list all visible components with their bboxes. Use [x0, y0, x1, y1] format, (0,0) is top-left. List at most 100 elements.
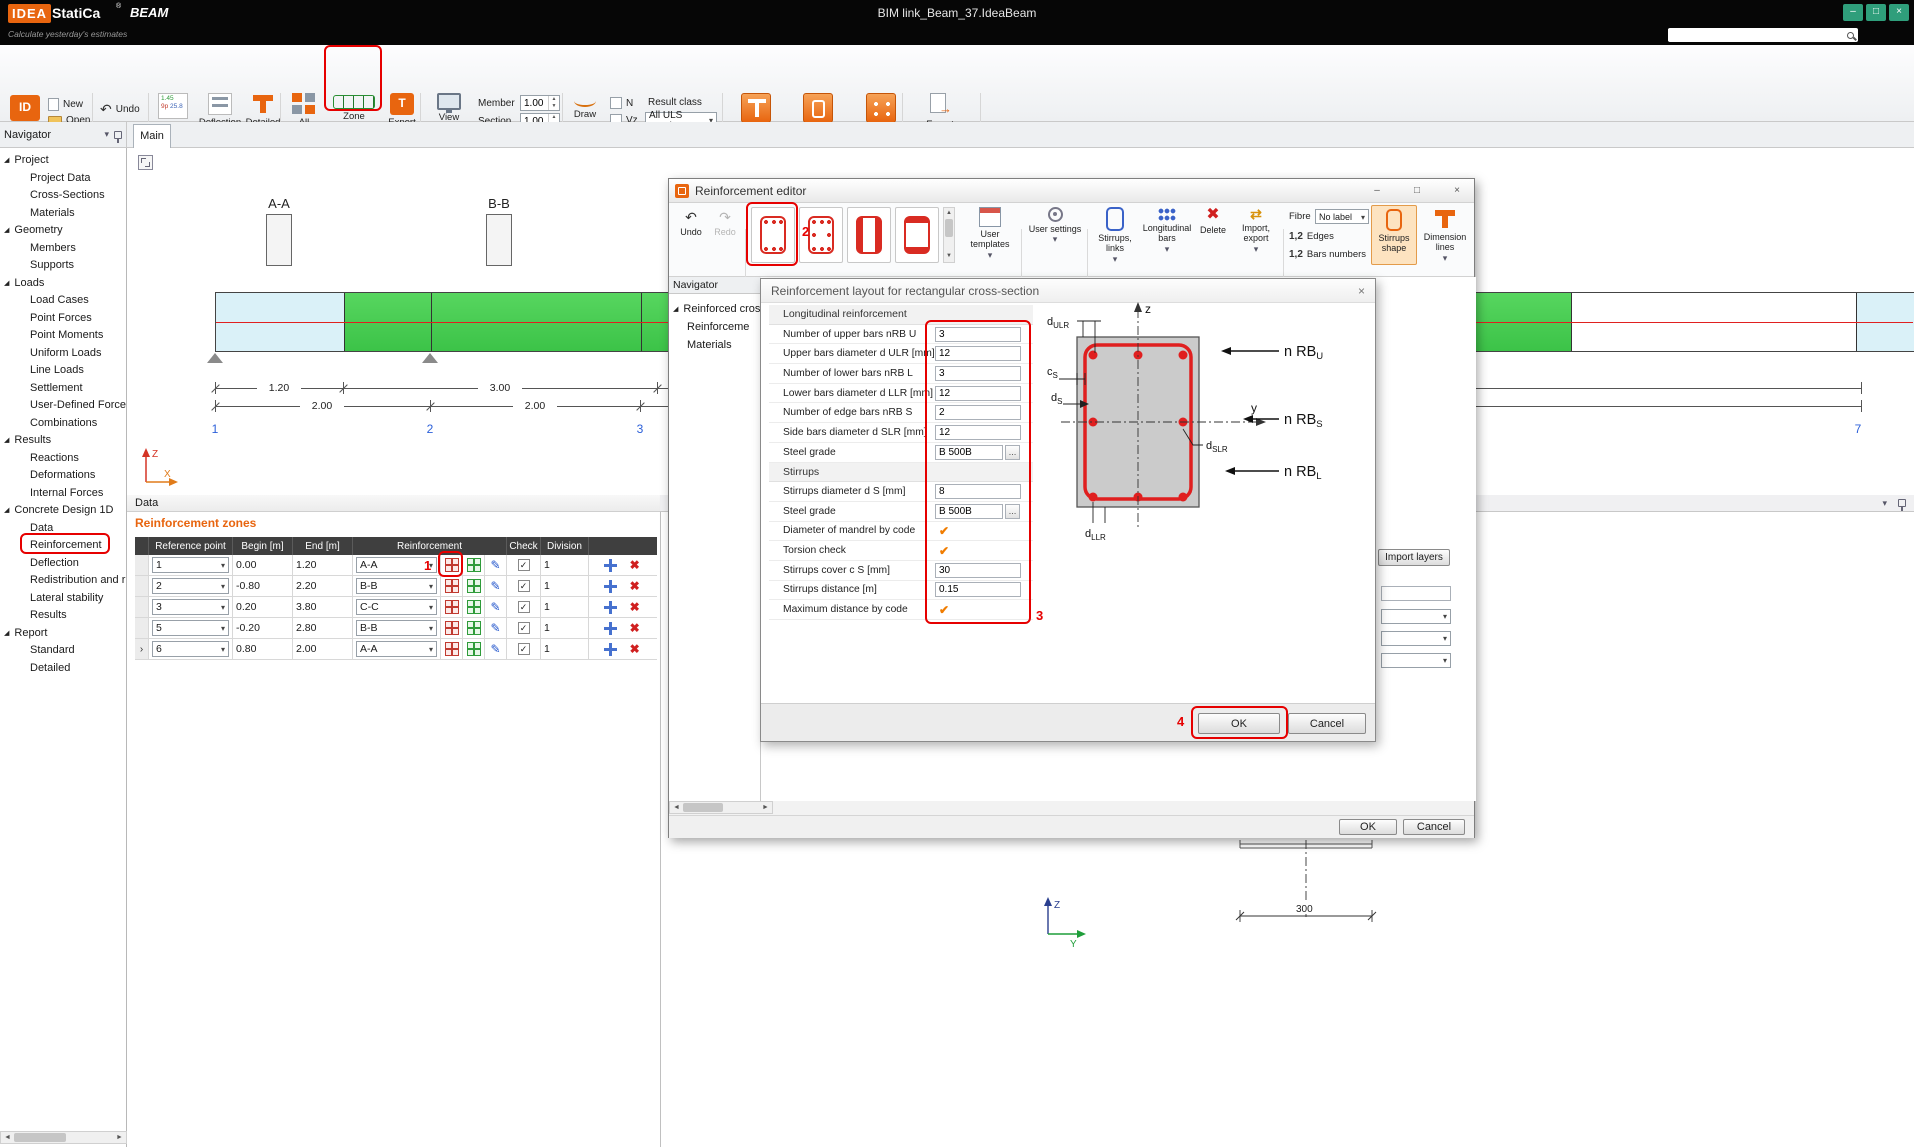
nav-item-point-forces[interactable]: Point Forces: [30, 310, 126, 325]
end-cell[interactable]: 2.00: [293, 639, 353, 659]
scrollbar-thumb[interactable]: [14, 1133, 66, 1142]
row-indicator[interactable]: [135, 597, 149, 617]
chevron-down-icon[interactable]: ▾: [104, 129, 109, 140]
delete-row-icon[interactable]: ✖: [630, 600, 640, 614]
edit-pencil-icon[interactable]: ✎: [490, 600, 500, 614]
editor-maximize-button[interactable]: □: [1406, 183, 1428, 199]
side-bars-diameter-input[interactable]: [935, 425, 1021, 440]
end-cell[interactable]: 1.20: [293, 555, 353, 575]
reference-point-select[interactable]: 6: [152, 641, 229, 657]
editor-cancel-button[interactable]: Cancel: [1403, 819, 1465, 835]
delete-row-icon[interactable]: ✖: [630, 558, 640, 572]
edit-pencil-icon[interactable]: ✎: [490, 621, 500, 635]
editor-nav-reinforced-cross[interactable]: Reinforced cross: [673, 301, 761, 317]
pin-icon[interactable]: [114, 131, 122, 139]
dialog-close-icon[interactable]: ×: [1358, 284, 1365, 298]
chevron-down-icon[interactable]: ▾: [1882, 498, 1887, 509]
nav-item-cross-sections[interactable]: Cross-Sections: [30, 187, 126, 202]
copy-zone-icon[interactable]: [467, 621, 481, 635]
nav-item-user-defined-forces[interactable]: User-Defined Forces: [30, 397, 126, 412]
division-cell[interactable]: 1: [541, 597, 589, 617]
division-cell[interactable]: 1: [541, 555, 589, 575]
fibre-select[interactable]: No label: [1315, 209, 1369, 224]
scroll-left-icon[interactable]: ◄: [670, 804, 683, 811]
undo-button[interactable]: ↶Undo: [100, 101, 140, 118]
user-templates-button[interactable]: User templates▾: [961, 207, 1019, 260]
editor-undo-button[interactable]: ↶Undo: [675, 209, 707, 237]
maximize-button[interactable]: □: [1866, 4, 1886, 21]
copy-zone-icon[interactable]: [467, 558, 481, 572]
import-layers-button[interactable]: Import layers: [1378, 549, 1450, 566]
nav-item-standard[interactable]: Standard: [30, 642, 126, 657]
division-cell[interactable]: 1: [541, 576, 589, 596]
begin-cell[interactable]: -0.80: [233, 576, 293, 596]
template-rect-1[interactable]: [751, 207, 795, 263]
check-checkbox[interactable]: [518, 559, 530, 571]
edit-pencil-icon[interactable]: ✎: [490, 642, 500, 656]
member-scale-input[interactable]: ▲▼: [520, 95, 560, 111]
nav-item-materials[interactable]: Materials: [30, 205, 126, 220]
check-checkbox[interactable]: [518, 643, 530, 655]
dialog-ok-button[interactable]: OK: [1198, 713, 1280, 734]
copy-zone-icon[interactable]: [467, 642, 481, 656]
bars-numbers-toggle[interactable]: 1,2Bars numbers: [1289, 249, 1366, 260]
import-export-button[interactable]: ⇄ Import, export▾: [1233, 207, 1279, 254]
editor-nav-reinforcement[interactable]: Reinforceme: [687, 319, 759, 334]
search-icon[interactable]: [1847, 32, 1854, 39]
expand-view-icon[interactable]: [138, 155, 153, 170]
force-n-toggle[interactable]: N: [610, 97, 633, 109]
move-row-icon[interactable]: [604, 580, 617, 593]
new-button[interactable]: New: [48, 98, 83, 111]
reinforcement-select[interactable]: B-B: [356, 620, 437, 636]
stirrups-shape-button[interactable]: Stirrups shape: [1371, 205, 1417, 265]
layer-select[interactable]: [1381, 631, 1451, 646]
draw-button[interactable]: Draw: [568, 95, 602, 121]
check-checkbox[interactable]: [518, 580, 530, 592]
scroll-right-icon[interactable]: ►: [759, 804, 772, 811]
row-indicator-current[interactable]: ›: [135, 639, 149, 659]
tree-expand-icon[interactable]: [4, 436, 9, 444]
move-row-icon[interactable]: [604, 601, 617, 614]
nav-item-results[interactable]: Results: [30, 607, 126, 622]
pin-icon[interactable]: [1898, 499, 1906, 507]
checkbox-checked-icon[interactable]: [939, 544, 949, 558]
nav-item-lateral-stability[interactable]: Lateral stability: [30, 590, 126, 605]
reference-point-select[interactable]: 2: [152, 578, 229, 594]
zone-template-icon[interactable]: [445, 558, 459, 572]
tree-expand-icon[interactable]: [673, 305, 678, 313]
edge-bars-count-input[interactable]: [935, 405, 1021, 420]
editor-ok-button[interactable]: OK: [1339, 819, 1397, 835]
edit-pencil-icon[interactable]: ✎: [490, 579, 500, 593]
editor-hscrollbar[interactable]: ◄ ►: [669, 801, 773, 814]
scroll-left-icon[interactable]: ◄: [1, 1134, 14, 1141]
template-rect-3[interactable]: [847, 207, 891, 263]
stirrups-cover-input[interactable]: [935, 563, 1021, 578]
delete-row-icon[interactable]: ✖: [630, 621, 640, 635]
user-settings-button[interactable]: User settings▾: [1027, 207, 1083, 245]
nav-item-data[interactable]: Data: [30, 520, 126, 535]
tab-main[interactable]: Main: [133, 124, 171, 148]
layer-select[interactable]: [1381, 609, 1451, 624]
lower-bars-diameter-input[interactable]: [935, 386, 1021, 401]
division-cell[interactable]: 1: [541, 639, 589, 659]
begin-cell[interactable]: 0.80: [233, 639, 293, 659]
editor-close-button[interactable]: ×: [1446, 183, 1468, 199]
layer-select[interactable]: [1381, 653, 1451, 668]
begin-cell[interactable]: 0.20: [233, 597, 293, 617]
section-cut-bb[interactable]: [486, 214, 512, 266]
navigator-hscrollbar[interactable]: ◄ ►: [0, 1131, 127, 1144]
nav-item-deformations[interactable]: Deformations: [30, 467, 126, 482]
end-cell[interactable]: 3.80: [293, 597, 353, 617]
template-scrollbar[interactable]: ▲ ▼: [943, 207, 955, 263]
nav-item-load-cases[interactable]: Load Cases: [30, 292, 126, 307]
nav-section-loads[interactable]: Loads: [4, 275, 124, 291]
begin-cell[interactable]: -0.20: [233, 618, 293, 638]
edit-pencil-icon[interactable]: ✎: [490, 558, 500, 572]
move-row-icon[interactable]: [604, 622, 617, 635]
template-rect-4[interactable]: [895, 207, 939, 263]
row-indicator[interactable]: [135, 618, 149, 638]
scrollbar-thumb[interactable]: [945, 219, 953, 237]
checkbox-checked-icon[interactable]: [939, 603, 949, 617]
spinner-icon[interactable]: ▲▼: [548, 96, 559, 111]
nav-item-reinforcement[interactable]: Reinforcement: [30, 537, 126, 552]
